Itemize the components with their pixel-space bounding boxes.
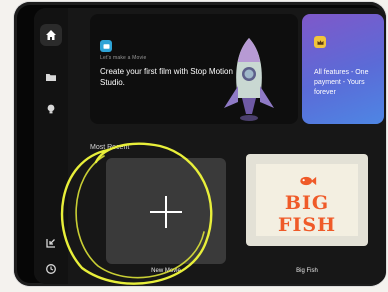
new-movie-label: New Movie — [151, 268, 181, 274]
home-icon — [46, 30, 56, 40]
sidebar-item-history[interactable] — [40, 258, 62, 280]
folder-icon — [46, 74, 56, 81]
sidebar-item-home[interactable] — [40, 24, 62, 46]
project-thumbnail: BIG FISH — [256, 164, 358, 236]
project-tile-big-fish[interactable]: BIG FISH — [246, 154, 368, 246]
sidebar — [34, 8, 68, 284]
rocket-illustration-icon — [224, 38, 274, 121]
promo-text: All features - One payment - Yours forev… — [314, 69, 369, 96]
sidebar-item-projects[interactable] — [40, 66, 62, 88]
new-movie-button[interactable] — [106, 158, 226, 264]
plus-icon — [150, 196, 182, 228]
poster-title: BIG FISH — [277, 192, 337, 236]
app-screen: Let's make a Movie Create your first fil… — [34, 8, 386, 284]
history-icon — [46, 264, 56, 274]
tablet-frame: Let's make a Movie Create your first fil… — [14, 2, 386, 286]
sidebar-item-tips[interactable] — [40, 98, 62, 120]
featured-tutorial-card[interactable]: Let's make a Movie Create your first fil… — [90, 14, 298, 124]
sidebar-item-import[interactable] — [40, 232, 62, 254]
promo-card[interactable]: All features - One payment - Yours forev… — [302, 14, 384, 124]
project-label-big-fish: Big Fish — [296, 268, 318, 274]
movie-badge-icon — [100, 40, 112, 52]
import-icon — [46, 239, 55, 248]
crown-icon — [314, 36, 326, 48]
featured-caption: Let's make a Movie — [100, 55, 147, 61]
fish-icon — [300, 176, 317, 186]
lightbulb-icon — [47, 104, 55, 114]
section-label-recent: Most Recent — [90, 144, 130, 151]
